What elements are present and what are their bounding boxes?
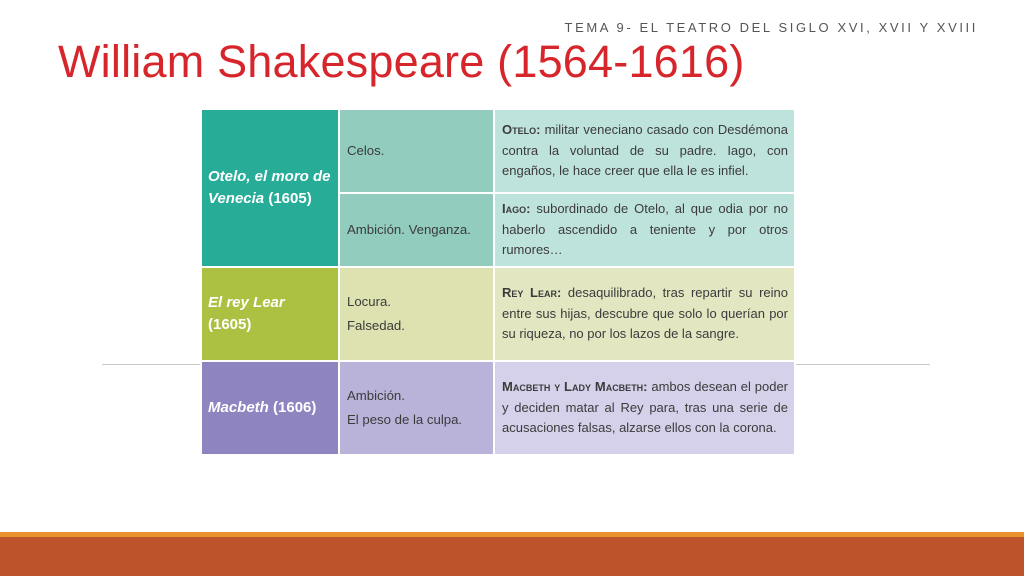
- plays-table: Otelo, el moro de Venecia (1605) Celos. …: [200, 108, 796, 456]
- theme-cell: Celos.: [338, 108, 495, 194]
- character-name: Otelo:: [502, 122, 541, 138]
- description-cell: Rey Lear: desaquilibrado, tras repartir …: [493, 266, 796, 362]
- theme-text: Ambición.: [347, 388, 405, 403]
- theme-cell: Ambición. Venganza.: [338, 192, 495, 268]
- description-cell: Macbeth y Lady Macbeth: ambos desean el …: [493, 360, 796, 456]
- theme-cell: Locura. Falsedad.: [338, 266, 495, 362]
- theme-text: Ambición. Venganza.: [347, 222, 471, 237]
- theme-cell: Ambición. El peso de la culpa.: [338, 360, 495, 456]
- theme-text: Falsedad.: [347, 318, 405, 333]
- description-cell: Otelo: militar veneciano casado con Desd…: [493, 108, 796, 194]
- theme-text: El peso de la culpa.: [347, 412, 463, 427]
- work-title: El rey Lear: [208, 294, 285, 311]
- work-cell-otelo: Otelo, el moro de Venecia (1605): [200, 108, 340, 268]
- work-cell-lear: El rey Lear (1605): [200, 266, 340, 362]
- character-name: Iago:: [502, 201, 531, 217]
- character-description: militar veneciano casado con Desdémona c…: [502, 122, 788, 179]
- work-year: (1605): [268, 190, 312, 207]
- table-row: El rey Lear (1605) Locura. Falsedad. Rey…: [200, 266, 796, 362]
- description-cell: Iago: subordinado de Otelo, al que odia …: [493, 192, 796, 268]
- table-row: Otelo, el moro de Venecia (1605) Celos. …: [200, 108, 796, 268]
- theme-text: Celos.: [347, 143, 385, 158]
- work-year: (1605): [208, 316, 252, 333]
- slide-subtitle: TEMA 9- EL TEATRO DEL SIGLO XVI, XVII Y …: [564, 20, 978, 35]
- work-title: Macbeth: [208, 399, 269, 416]
- work-cell-macbeth: Macbeth (1606): [200, 360, 340, 456]
- table-row: Macbeth (1606) Ambición. El peso de la c…: [200, 360, 796, 456]
- character-name: Rey Lear:: [502, 285, 562, 301]
- theme-text: Locura.: [347, 294, 391, 309]
- slide-title: William Shakespeare (1564-1616): [58, 36, 745, 87]
- footer-bar: [0, 537, 1024, 576]
- work-year: (1606): [273, 399, 317, 416]
- character-description: subordinado de Otelo, al que odia por no…: [502, 201, 788, 258]
- character-name: Macbeth y Lady Macbeth:: [502, 379, 648, 395]
